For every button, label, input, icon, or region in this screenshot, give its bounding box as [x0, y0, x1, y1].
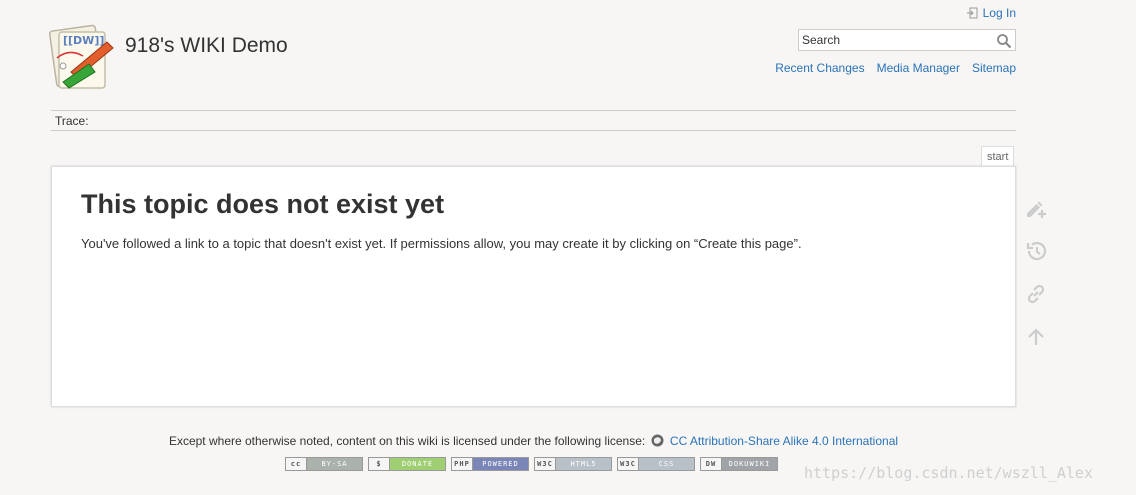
user-tools: Log In: [966, 6, 1016, 20]
php-powered-badge[interactable]: PHP POWERED: [451, 457, 529, 471]
page-id-tab: start: [981, 146, 1015, 167]
badge-right: DOKUWIKI: [722, 458, 777, 470]
search-input[interactable]: [799, 30, 992, 50]
watermark: https://blog.csdn.net/wszll_Alex: [804, 464, 1093, 482]
license-text: Except where otherwise noted, content on…: [168, 434, 646, 448]
badge-left: DW: [701, 458, 722, 470]
sitemap-link[interactable]: Sitemap: [972, 61, 1016, 75]
breadcrumb-label: Trace:: [55, 114, 89, 128]
dokuwiki-logo[interactable]: [[DW]]: [49, 22, 117, 90]
link-icon[interactable]: [1024, 282, 1048, 306]
page-content: This topic does not exist yet You've fol…: [51, 166, 1016, 407]
footer-badges: cc BY-SA $ DONATE PHP POWERED W3C HTML5 …: [285, 457, 778, 471]
search-icon[interactable]: [996, 33, 1012, 49]
badge-right: BY-SA: [307, 458, 362, 470]
page-tools: [1024, 196, 1048, 368]
badge-right: CSS: [639, 458, 694, 470]
cc-license-icon: [651, 434, 664, 447]
logo-text: [[DW]]: [63, 34, 104, 47]
page-message: You've followed a link to a topic that d…: [81, 236, 802, 251]
badge-left: W3C: [535, 458, 556, 470]
login-link[interactable]: Log In: [983, 6, 1016, 20]
w3c-html5-badge[interactable]: W3C HTML5: [534, 457, 612, 471]
history-icon[interactable]: [1024, 239, 1048, 263]
media-manager-link[interactable]: Media Manager: [877, 61, 960, 75]
arrow-up-icon[interactable]: [1024, 325, 1048, 349]
donate-badge[interactable]: $ DONATE: [368, 457, 446, 471]
recent-changes-link[interactable]: Recent Changes: [775, 61, 864, 75]
badge-left: PHP: [452, 458, 473, 470]
license-notice: Except where otherwise noted, content on…: [0, 434, 1067, 448]
cc-by-sa-badge[interactable]: cc BY-SA: [285, 457, 363, 471]
badge-left: W3C: [618, 458, 639, 470]
site-title[interactable]: 918's WIKI Demo: [125, 34, 288, 58]
badge-right: DONATE: [390, 458, 445, 470]
w3c-css-badge[interactable]: W3C CSS: [617, 457, 695, 471]
breadcrumb: Trace:: [51, 110, 1016, 131]
search-form: [798, 29, 1016, 51]
dokuwiki-badge[interactable]: DW DOKUWIKI: [700, 457, 778, 471]
login-icon[interactable]: [966, 7, 978, 19]
badge-left: $: [369, 458, 390, 470]
badge-left: cc: [286, 458, 307, 470]
license-link[interactable]: CC Attribution-Share Alike 4.0 Internati…: [670, 434, 898, 448]
page-heading: This topic does not exist yet: [81, 189, 445, 219]
badge-right: HTML5: [556, 458, 611, 470]
pencil-plus-icon[interactable]: [1024, 196, 1048, 220]
badge-right: POWERED: [473, 458, 528, 470]
site-tools: Recent Changes Media Manager Sitemap: [775, 61, 1016, 75]
